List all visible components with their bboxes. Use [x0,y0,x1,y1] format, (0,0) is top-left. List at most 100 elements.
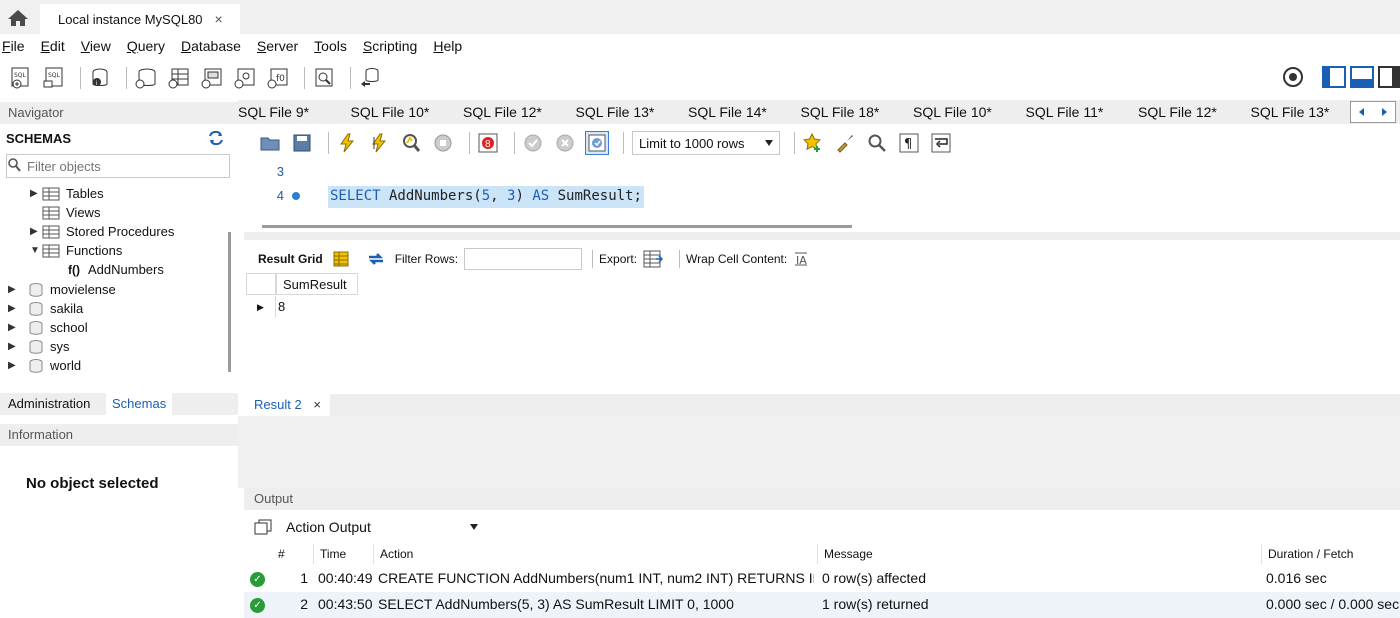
home-button[interactable] [4,6,32,30]
collapse-arrow-icon[interactable]: ▼ [30,245,42,256]
column-header-action[interactable]: Action [374,544,818,564]
execute-current-button[interactable] [367,131,391,155]
limit-rows-select[interactable]: Limit to 1000 rows [632,131,780,155]
schema-world[interactable]: ▶ world [8,356,81,375]
open-sql-script-button[interactable]: SQL [41,65,67,91]
sql-file-tab[interactable]: SQL File 10* [907,104,1020,120]
scroll-left-icon[interactable] [1356,106,1368,118]
toggle-error-stop-button[interactable]: 8 [476,131,500,155]
find-button[interactable] [865,131,889,155]
toggle-secondary-sidebar-icon[interactable] [1378,66,1400,88]
create-function-button[interactable]: f0 [265,65,291,91]
sql-file-tab[interactable]: SQL File 18* [795,104,908,120]
scroll-right-icon[interactable] [1378,106,1390,118]
menu-tools[interactable]: Tools [312,38,353,54]
tab-schemas[interactable]: Schemas [106,393,173,415]
create-schema-button[interactable] [133,65,159,91]
close-icon[interactable]: × [313,397,321,412]
editor-results-splitter[interactable] [244,232,1400,240]
output-type-select[interactable]: Action Output [278,516,484,538]
sql-file-tab[interactable]: SQL File 11* [1020,104,1133,120]
create-view-button[interactable] [199,65,225,91]
commit-button[interactable] [521,131,545,155]
column-header-time[interactable]: Time [314,544,374,564]
column-header-duration[interactable]: Duration / Fetch [1262,544,1400,564]
expand-arrow-icon[interactable]: ▶ [8,341,20,352]
expand-arrow-icon[interactable]: ▶ [30,226,42,237]
menu-database[interactable]: Database [179,38,247,54]
schema-movielense[interactable]: ▶ movielense [8,280,116,299]
inspector-button[interactable]: i [87,65,113,91]
save-button[interactable] [290,131,314,155]
filter-objects-input[interactable] [27,155,227,177]
schema-filter[interactable] [6,154,230,178]
create-procedure-button[interactable] [232,65,258,91]
export-icon[interactable] [643,250,664,268]
menu-file[interactable]: File [0,38,31,54]
tree-item-tables[interactable]: ▶ Tables [30,184,104,203]
result-tab[interactable]: Result 2 × [244,394,330,416]
expand-arrow-icon[interactable]: ▶ [8,284,20,295]
refresh-results-icon[interactable] [367,252,385,266]
column-header-index[interactable]: # [272,544,314,564]
sql-file-tab[interactable]: SQL File 13* [570,104,683,120]
add-snippet-button[interactable] [801,131,825,155]
menu-server[interactable]: Server [255,38,304,54]
settings-icon[interactable] [1282,66,1304,88]
stop-button[interactable] [431,131,455,155]
refresh-schemas-icon[interactable] [208,130,224,148]
beautify-button[interactable] [833,131,857,155]
grid-column-header[interactable]: SumResult [276,273,358,295]
tree-item-views[interactable]: Views [42,203,100,222]
editor-horizontal-scrollbar[interactable] [262,225,852,228]
sql-file-tab[interactable]: SQL File 12* [1132,104,1245,120]
schema-sakila[interactable]: ▶ sakila [8,299,83,318]
expand-arrow-icon[interactable]: ▶ [8,322,20,333]
open-file-button[interactable] [258,131,282,155]
connection-tab[interactable]: Local instance MySQL80 × [40,4,240,34]
menu-view[interactable]: View [79,38,117,54]
grid-cell[interactable]: 8 [278,299,285,314]
sql-file-tab[interactable]: SQL File 12* [457,104,570,120]
tree-item-functions[interactable]: ▼ Functions [30,241,122,260]
schema-sys[interactable]: ▶ sys [8,337,70,356]
sql-statement[interactable]: SELECT AddNumbers(5, 3) AS SumResult; [328,186,644,208]
toggle-sidebar-icon[interactable] [1322,66,1346,88]
menu-help[interactable]: Help [431,38,468,54]
column-header-message[interactable]: Message [818,544,1262,564]
wrap-cell-icon[interactable]: IA [793,251,809,267]
table-row[interactable]: ✓ 2 00:43:50 SELECT AddNumbers(5, 3) AS … [244,592,1400,618]
schema-school[interactable]: ▶ school [8,318,88,337]
toggle-output-icon[interactable] [1350,66,1374,88]
tree-item-stored-procedures[interactable]: ▶ Stored Procedures [30,222,174,241]
sql-file-tab[interactable]: SQL File 13* [1245,104,1358,120]
navigator-scrollbar[interactable] [228,232,231,372]
autocommit-toggle[interactable] [585,131,609,155]
menu-query[interactable]: Query [125,38,171,54]
tab-administration[interactable]: Administration [2,393,96,415]
sql-file-tab[interactable]: SQL File 14* [682,104,795,120]
close-icon[interactable]: × [215,11,223,27]
table-row[interactable]: ✓ 1 00:40:49 CREATE FUNCTION AddNumbers(… [244,566,1400,592]
expand-arrow-icon[interactable]: ▶ [30,188,42,199]
invisible-chars-button[interactable]: ¶ [897,131,921,155]
menu-edit[interactable]: Edit [39,38,71,54]
search-table-data-button[interactable] [311,65,337,91]
create-table-button[interactable] [166,65,192,91]
execute-button[interactable] [335,131,359,155]
expand-arrow-icon[interactable]: ▶ [8,360,20,371]
grid-view-icon[interactable] [333,251,349,267]
tree-item-addnumbers[interactable]: f() AddNumbers [68,260,164,279]
reconnect-button[interactable] [357,65,383,91]
result-grid-tab[interactable]: Result Grid [258,252,323,266]
explain-button[interactable] [399,131,423,155]
rollback-button[interactable] [553,131,577,155]
copy-output-icon[interactable] [254,519,272,535]
menu-scripting[interactable]: Scripting [361,38,423,54]
sql-file-tab[interactable]: SQL File 10* [345,104,458,120]
new-sql-tab-button[interactable]: SQL [8,65,34,91]
filter-rows-input[interactable] [464,248,583,270]
word-wrap-button[interactable] [929,131,953,155]
expand-arrow-icon[interactable]: ▶ [8,303,20,314]
sql-file-tab[interactable]: SQL File 9* [238,104,345,120]
